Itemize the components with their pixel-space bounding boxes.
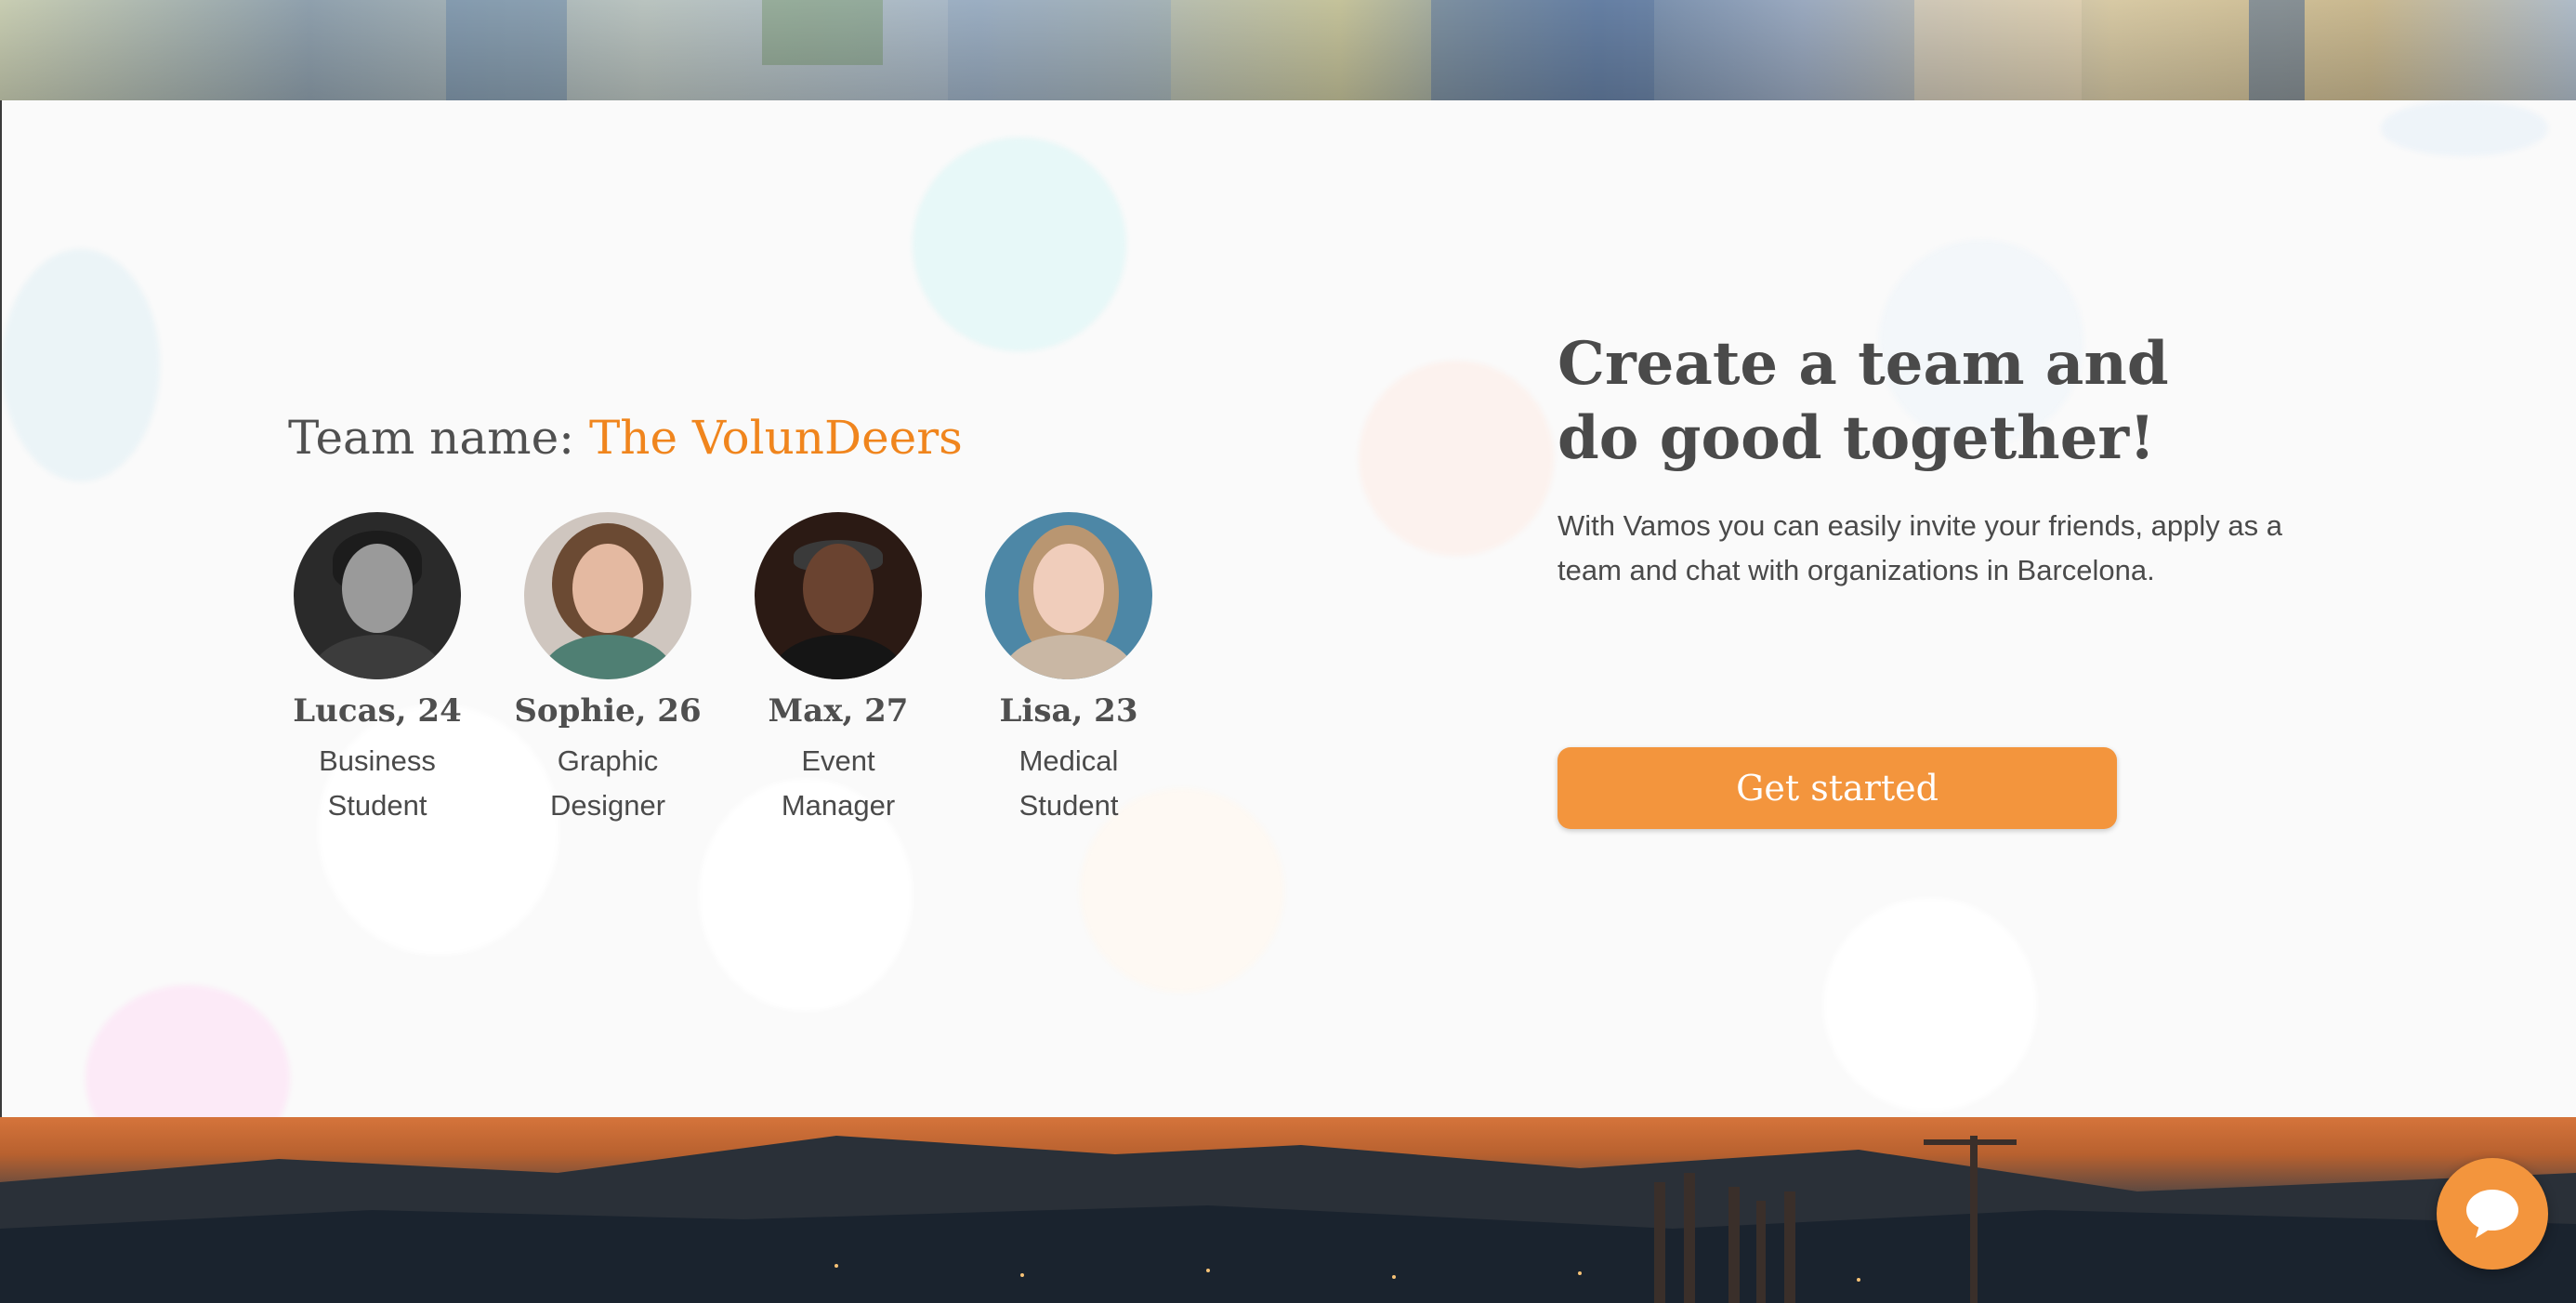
promo-description: With Vamos you can easily invite your fr… — [1557, 509, 2282, 586]
avatar — [524, 512, 691, 679]
avatar — [294, 512, 461, 679]
bokeh-light — [1823, 898, 2037, 1112]
bokeh-light — [1359, 361, 1554, 556]
team-name-label: Team name: — [288, 411, 589, 465]
member-role: Business Student — [319, 744, 436, 822]
bokeh-light — [913, 138, 1126, 351]
get-started-button[interactable]: Get started — [1557, 747, 2117, 829]
people-photo-shapes — [446, 0, 2305, 100]
team-member-card: Lisa, 23 Medical Student — [957, 512, 1180, 828]
barcelona-skyline-shapes — [0, 1136, 2576, 1303]
promo-headline: Create a team and do good together! — [1557, 329, 2169, 473]
avatar — [985, 512, 1152, 679]
member-name: Lucas, 24 — [293, 692, 462, 730]
bokeh-light — [2, 249, 160, 481]
team-member-card: Lucas, 24 Business Student — [266, 512, 489, 828]
team-member-card: Max, 27 Event Manager — [727, 512, 950, 828]
chat-bubble-icon — [2466, 1190, 2518, 1238]
member-role: Medical Student — [1019, 744, 1119, 822]
people-photo-banner — [0, 0, 2576, 100]
member-role: Graphic Designer — [549, 744, 666, 822]
member-name: Max, 27 — [768, 692, 909, 730]
bokeh-light — [2381, 100, 2548, 156]
team-member-card: Sophie, 26 Graphic Designer — [496, 512, 719, 828]
chat-button[interactable] — [2437, 1158, 2548, 1270]
avatar — [755, 512, 922, 679]
member-name: Sophie, 26 — [514, 692, 702, 730]
team-name-heading: Team name: The VolunDeers — [288, 411, 963, 465]
member-name: Lisa, 23 — [999, 692, 1138, 730]
member-role: Event Manager — [781, 744, 896, 822]
barcelona-photo-banner — [0, 1117, 2576, 1303]
bokeh-light — [85, 985, 290, 1117]
team-name-value: The VolunDeers — [588, 411, 963, 465]
